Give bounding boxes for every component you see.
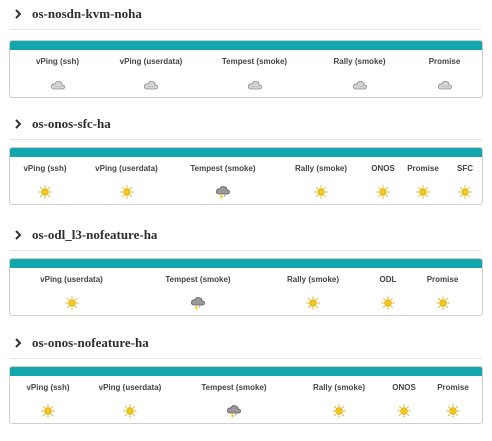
column-header: ONOS (392, 383, 416, 392)
chevron-right-icon[interactable] (10, 227, 26, 243)
sunny-icon[interactable] (445, 404, 461, 418)
column-header: Promise (437, 383, 469, 392)
chevron-right-icon[interactable] (10, 335, 26, 351)
sunny-icon[interactable] (122, 404, 138, 418)
results-panel: vPing (userdata) Tempest (smoke) Rally (… (9, 258, 483, 316)
storm-icon[interactable] (226, 404, 242, 418)
column-header: SFC (457, 164, 473, 173)
column-header: Promise (407, 164, 439, 173)
column-header: vPing (ssh) (35, 57, 80, 66)
cloudy-icon[interactable] (143, 78, 159, 92)
column-header: vPing (userdata) (40, 275, 103, 284)
column-header: Rally (smoke) (333, 57, 386, 66)
section-divider (10, 29, 482, 30)
sunny-icon[interactable] (40, 404, 56, 418)
panel-header-bar (10, 259, 482, 268)
results-panel: vPing (ssh) vPing (userdata) Tempest (sm… (9, 366, 483, 424)
section-title: os-odl_l3-nofeature-ha (32, 227, 158, 242)
column-header: ONOS (371, 164, 395, 173)
section-divider (10, 358, 482, 359)
sunny-icon[interactable] (396, 404, 412, 418)
cloudy-icon[interactable] (437, 78, 453, 92)
sunny-icon[interactable] (435, 296, 451, 310)
column-header: vPing (userdata) (95, 164, 158, 173)
column-labels: vPing (ssh) vPing (userdata) Tempest (sm… (10, 157, 482, 180)
sunny-icon[interactable] (37, 185, 53, 199)
column-labels: vPing (ssh) vPing (userdata) Tempest (sm… (10, 376, 482, 399)
results-panel: vPing (ssh) vPing (userdata) Tempest (sm… (9, 147, 483, 205)
sunny-icon[interactable] (305, 296, 321, 310)
column-labels: vPing (userdata) Tempest (smoke) Rally (… (10, 268, 482, 291)
status-row (10, 180, 482, 204)
column-header: Promise (426, 275, 459, 284)
column-labels: vPing (ssh) vPing (userdata) Tempest (sm… (10, 50, 482, 73)
column-header: Tempest (smoke) (190, 164, 256, 173)
column-header: Tempest (smoke) (221, 57, 288, 66)
chevron-right-icon[interactable] (10, 116, 26, 132)
cloudy-icon[interactable] (50, 78, 66, 92)
column-header: Rally (smoke) (286, 275, 340, 284)
section-header[interactable]: os-nosdn-kvm-noha (10, 4, 142, 24)
sunny-icon[interactable] (415, 185, 431, 199)
sunny-icon[interactable] (380, 296, 396, 310)
panel-header-bar (10, 367, 482, 376)
column-header: ODL (379, 275, 397, 284)
section-title: os-nosdn-kvm-noha (32, 6, 142, 21)
sunny-icon[interactable] (331, 404, 347, 418)
cloudy-icon[interactable] (352, 78, 368, 92)
storm-icon[interactable] (215, 185, 231, 199)
panel-header-bar (10, 41, 482, 50)
section-divider (10, 139, 482, 140)
column-header: vPing (ssh) (26, 383, 70, 392)
section-header[interactable]: os-onos-sfc-ha (10, 114, 111, 134)
column-header: vPing (userdata) (98, 383, 162, 392)
storm-icon[interactable] (190, 296, 206, 310)
column-header: Promise (428, 57, 461, 66)
column-header: vPing (ssh) (23, 164, 67, 173)
chevron-right-icon[interactable] (10, 6, 26, 22)
section-header[interactable]: os-onos-nofeature-ha (10, 333, 149, 353)
section-divider (10, 250, 482, 251)
section-title: os-onos-nofeature-ha (32, 335, 149, 350)
panel-header-bar (10, 148, 482, 157)
column-header: Tempest (smoke) (201, 383, 267, 392)
cloudy-icon[interactable] (247, 78, 263, 92)
column-header: Rally (smoke) (294, 164, 348, 173)
status-row (10, 291, 482, 315)
status-row (10, 399, 482, 423)
status-row (10, 73, 482, 97)
section-header[interactable]: os-odl_l3-nofeature-ha (10, 225, 157, 245)
sunny-icon[interactable] (64, 296, 80, 310)
sunny-icon[interactable] (375, 185, 391, 199)
section-title: os-onos-sfc-ha (32, 116, 111, 131)
sunny-icon[interactable] (457, 185, 473, 199)
column-header: Tempest (smoke) (165, 275, 231, 284)
sunny-icon[interactable] (313, 185, 329, 199)
column-header: Rally (smoke) (312, 383, 366, 392)
column-header: vPing (userdata) (119, 57, 183, 66)
results-panel: vPing (ssh) vPing (userdata) Tempest (sm… (9, 40, 483, 98)
sunny-icon[interactable] (119, 185, 135, 199)
